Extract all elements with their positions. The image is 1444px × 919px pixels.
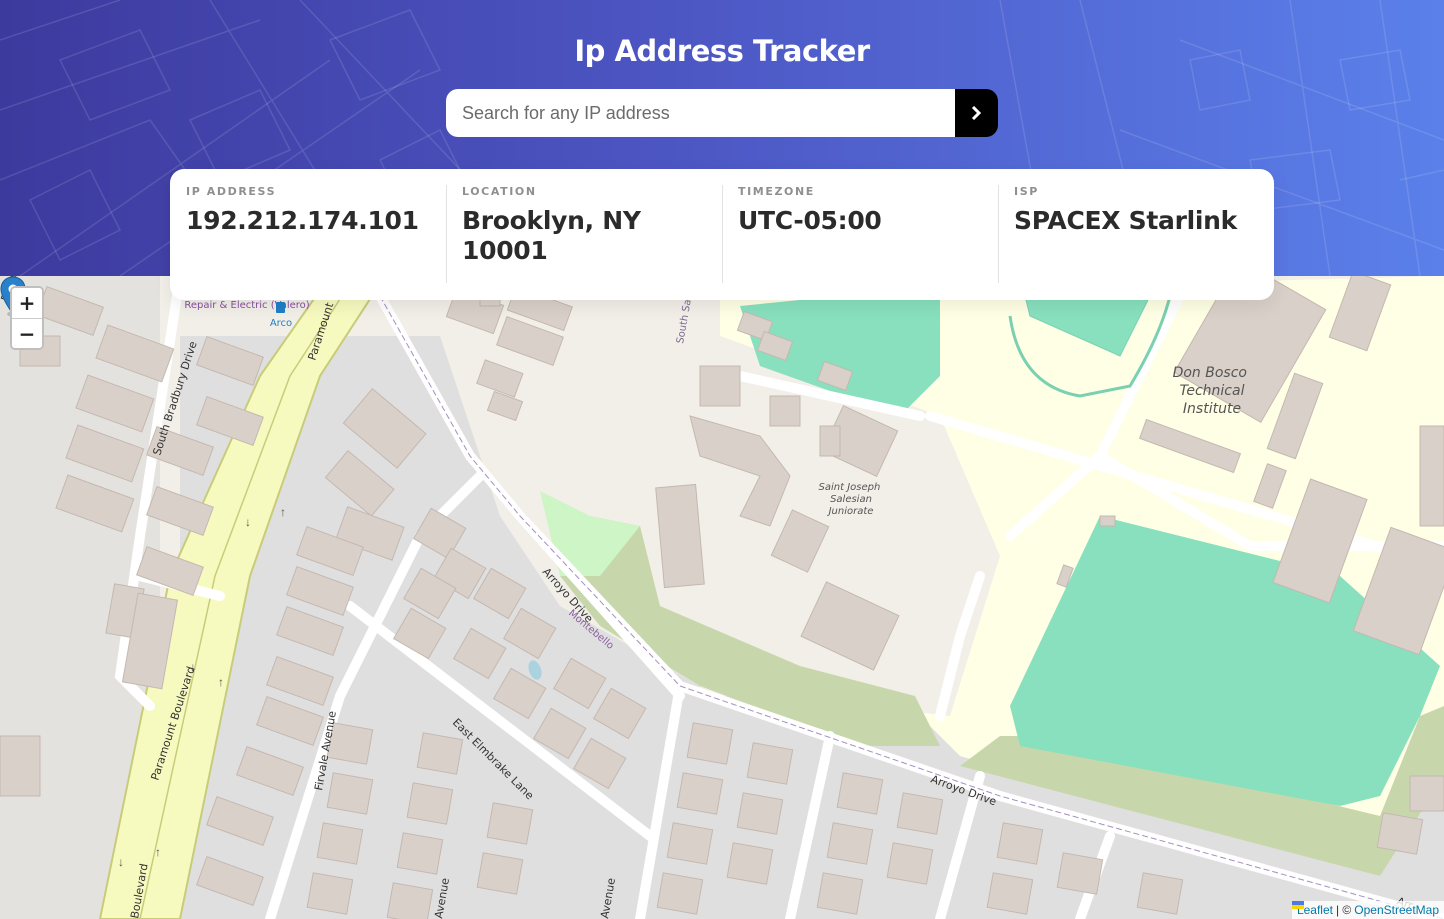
info-label: IP ADDRESS <box>186 185 277 198</box>
svg-text:↑: ↑ <box>155 845 161 859</box>
map-tiles: ↓ ↑ ↓ ↑ ↓ ↑ Don Bosco Technical Institute… <box>0 276 1444 919</box>
fuel-icon <box>276 302 285 313</box>
svg-text:↓: ↓ <box>118 855 124 869</box>
info-location: LOCATION Brooklyn, NY 10001 <box>446 185 722 284</box>
map-label-school: Don Bosco Technical Institute <box>1173 365 1252 417</box>
chevron-right-icon <box>971 106 982 120</box>
info-label: TIMEZONE <box>738 185 815 198</box>
ip-info-card: IP ADDRESS 192.212.174.101 LOCATION Broo… <box>170 169 1274 300</box>
search-button[interactable] <box>955 89 998 137</box>
page-title: Ip Address Tracker <box>574 34 870 68</box>
zoom-control: + − <box>10 286 44 350</box>
info-label: ISP <box>1014 185 1039 198</box>
info-value: UTC-05:00 <box>738 206 882 235</box>
map-label-line: Salesian <box>830 494 872 505</box>
map-label-line: Institute <box>1183 401 1241 417</box>
map-label-repair: Repair & Electric (Valero) <box>184 300 309 311</box>
osm-link[interactable]: OpenStreetMap <box>1354 903 1439 917</box>
map[interactable]: ↓ ↑ ↓ ↑ ↓ ↑ Don Bosco Technical Institute… <box>0 276 1444 919</box>
info-value: Brooklyn, NY 10001 <box>462 206 641 265</box>
search-form <box>446 89 998 137</box>
map-label-line: Juniorate <box>827 506 874 517</box>
attribution-separator: | © <box>1335 903 1352 917</box>
info-label: LOCATION <box>462 185 537 198</box>
info-value: SPACEX Starlink <box>1014 206 1238 235</box>
zoom-in-button[interactable]: + <box>12 288 42 318</box>
search-input[interactable] <box>446 89 955 137</box>
zoom-out-button[interactable]: − <box>12 318 42 348</box>
svg-text:↑: ↑ <box>218 675 224 689</box>
map-label-arco: Arco <box>270 318 292 329</box>
map-label-school-text: Don Bosco <box>1173 365 1247 381</box>
ukraine-flag-icon <box>1291 901 1304 909</box>
map-attribution: Leaflet | © OpenStreetMap <box>1291 901 1444 919</box>
svg-text:↓: ↓ <box>245 515 251 529</box>
svg-text:↑: ↑ <box>280 505 286 519</box>
info-value: 192.212.174.101 <box>186 206 419 235</box>
info-ip-address: IP ADDRESS 192.212.174.101 <box>170 185 446 284</box>
info-isp: ISP SPACEX Starlink <box>998 185 1274 284</box>
map-label-line: Technical <box>1180 383 1245 399</box>
info-timezone: TIMEZONE UTC-05:00 <box>722 185 998 284</box>
